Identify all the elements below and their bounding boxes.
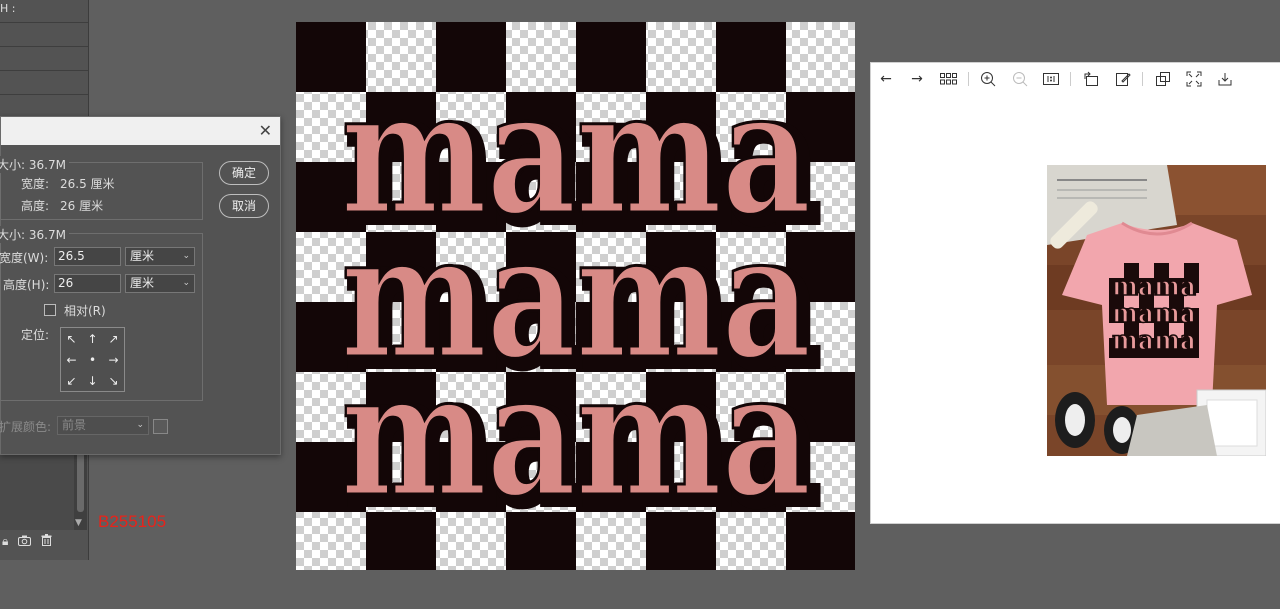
extension-color-select[interactable]: 前景 ⌄ [57, 416, 149, 435]
lock-icon[interactable]: 🔒︎ [2, 535, 8, 547]
chevron-down-icon: ⌄ [182, 278, 190, 288]
artwork-line-3: mama [341, 335, 811, 535]
height-field-label: 高度(H): [3, 278, 50, 292]
extension-color-value: 前景 [62, 418, 87, 432]
current-width-value: 26.5 厘米 [60, 177, 115, 191]
artwork: mama mama mama mama mama mama [296, 22, 855, 570]
edit-icon[interactable] [1114, 70, 1132, 88]
ok-button[interactable]: 确定 [219, 161, 269, 185]
camera-icon[interactable] [18, 535, 32, 548]
toolbar-separator [968, 72, 969, 86]
divider [0, 94, 88, 95]
height-input[interactable]: 26 [54, 274, 121, 293]
height-unit-select[interactable]: 厘米 ⌄ [125, 274, 195, 293]
panel-top-text: H : [0, 2, 16, 15]
rotate-icon[interactable] [1082, 70, 1100, 88]
arrow-left-icon[interactable]: ← [61, 349, 82, 370]
new-size-label: 大小: 36.7M [0, 226, 69, 243]
actual-size-icon[interactable] [1042, 70, 1060, 88]
width-input[interactable]: 26.5 [54, 247, 121, 266]
arrow-up-icon[interactable]: ↑ [82, 328, 103, 349]
grid-icon[interactable] [940, 70, 958, 88]
product-code-label: B255105 [98, 512, 167, 531]
cancel-button[interactable]: 取消 [219, 194, 269, 218]
shirt-text-line-3: mama [1112, 326, 1196, 356]
current-height-label: 高度: [21, 199, 50, 213]
relative-checkbox[interactable] [44, 304, 56, 316]
height-unit-value: 厘米 [130, 276, 155, 290]
current-height-value: 26 厘米 [60, 199, 104, 213]
width-field-label: 宽度(W): [0, 251, 49, 265]
trash-icon[interactable] [41, 534, 52, 548]
image-viewer: ← → mama mama mama [870, 62, 1280, 524]
chevron-down-icon[interactable]: ▼ [75, 518, 82, 528]
download-icon[interactable] [1216, 70, 1234, 88]
anchor-label: 定位: [21, 328, 50, 342]
document-canvas[interactable]: mama mama mama mama mama mama [296, 22, 855, 570]
extension-color-swatch[interactable] [153, 419, 168, 434]
width-unit-select[interactable]: 厘米 ⌄ [125, 247, 195, 266]
canvas-size-dialog: ✕ 大小: 36.7M 宽度: 26.5 厘米 高度: 26 厘米 大小: 36… [0, 116, 281, 455]
shirt-text-line-1: mama [1112, 272, 1196, 302]
fullscreen-icon[interactable] [1185, 70, 1203, 88]
current-width-label: 宽度: [21, 177, 50, 191]
extension-color-label: 扩展颜色: [0, 420, 52, 434]
toolbar-separator [1142, 72, 1143, 86]
anchor-center-icon[interactable]: • [82, 349, 103, 370]
close-icon[interactable]: ✕ [259, 121, 272, 140]
arrow-up-left-icon[interactable]: ↖ [61, 328, 82, 349]
arrow-down-right-icon[interactable]: ↘ [103, 370, 124, 391]
arrow-up-right-icon[interactable]: ↗ [103, 328, 124, 349]
arrow-left-icon[interactable]: ← [877, 70, 895, 88]
shirt-text-line-2: mama [1112, 299, 1196, 329]
layers-toolbar: 🔒︎ [0, 531, 90, 551]
anchor-grid[interactable]: ↖ ↑ ↗ ← • → ↙ ↓ ↘ [60, 327, 125, 392]
product-photo: mama mama mama [1047, 165, 1266, 456]
chevron-down-icon: ⌄ [182, 251, 190, 261]
dialog-titlebar[interactable]: ✕ [1, 117, 280, 145]
current-size-label: 大小: 36.7M [0, 156, 69, 173]
divider [0, 22, 88, 23]
arrow-right-icon[interactable]: → [908, 70, 926, 88]
chevron-down-icon: ⌄ [136, 420, 144, 430]
copy-icon[interactable] [1154, 70, 1172, 88]
relative-label: 相对(R) [64, 304, 106, 318]
arrow-down-left-icon[interactable]: ↙ [61, 370, 82, 391]
zoom-in-icon[interactable] [979, 70, 997, 88]
arrow-down-icon[interactable]: ↓ [82, 370, 103, 391]
zoom-out-icon[interactable] [1011, 70, 1029, 88]
divider [0, 46, 88, 47]
divider [0, 70, 88, 71]
width-unit-value: 厘米 [130, 249, 155, 263]
toolbar-separator [1070, 72, 1071, 86]
arrow-right-icon[interactable]: → [103, 349, 124, 370]
